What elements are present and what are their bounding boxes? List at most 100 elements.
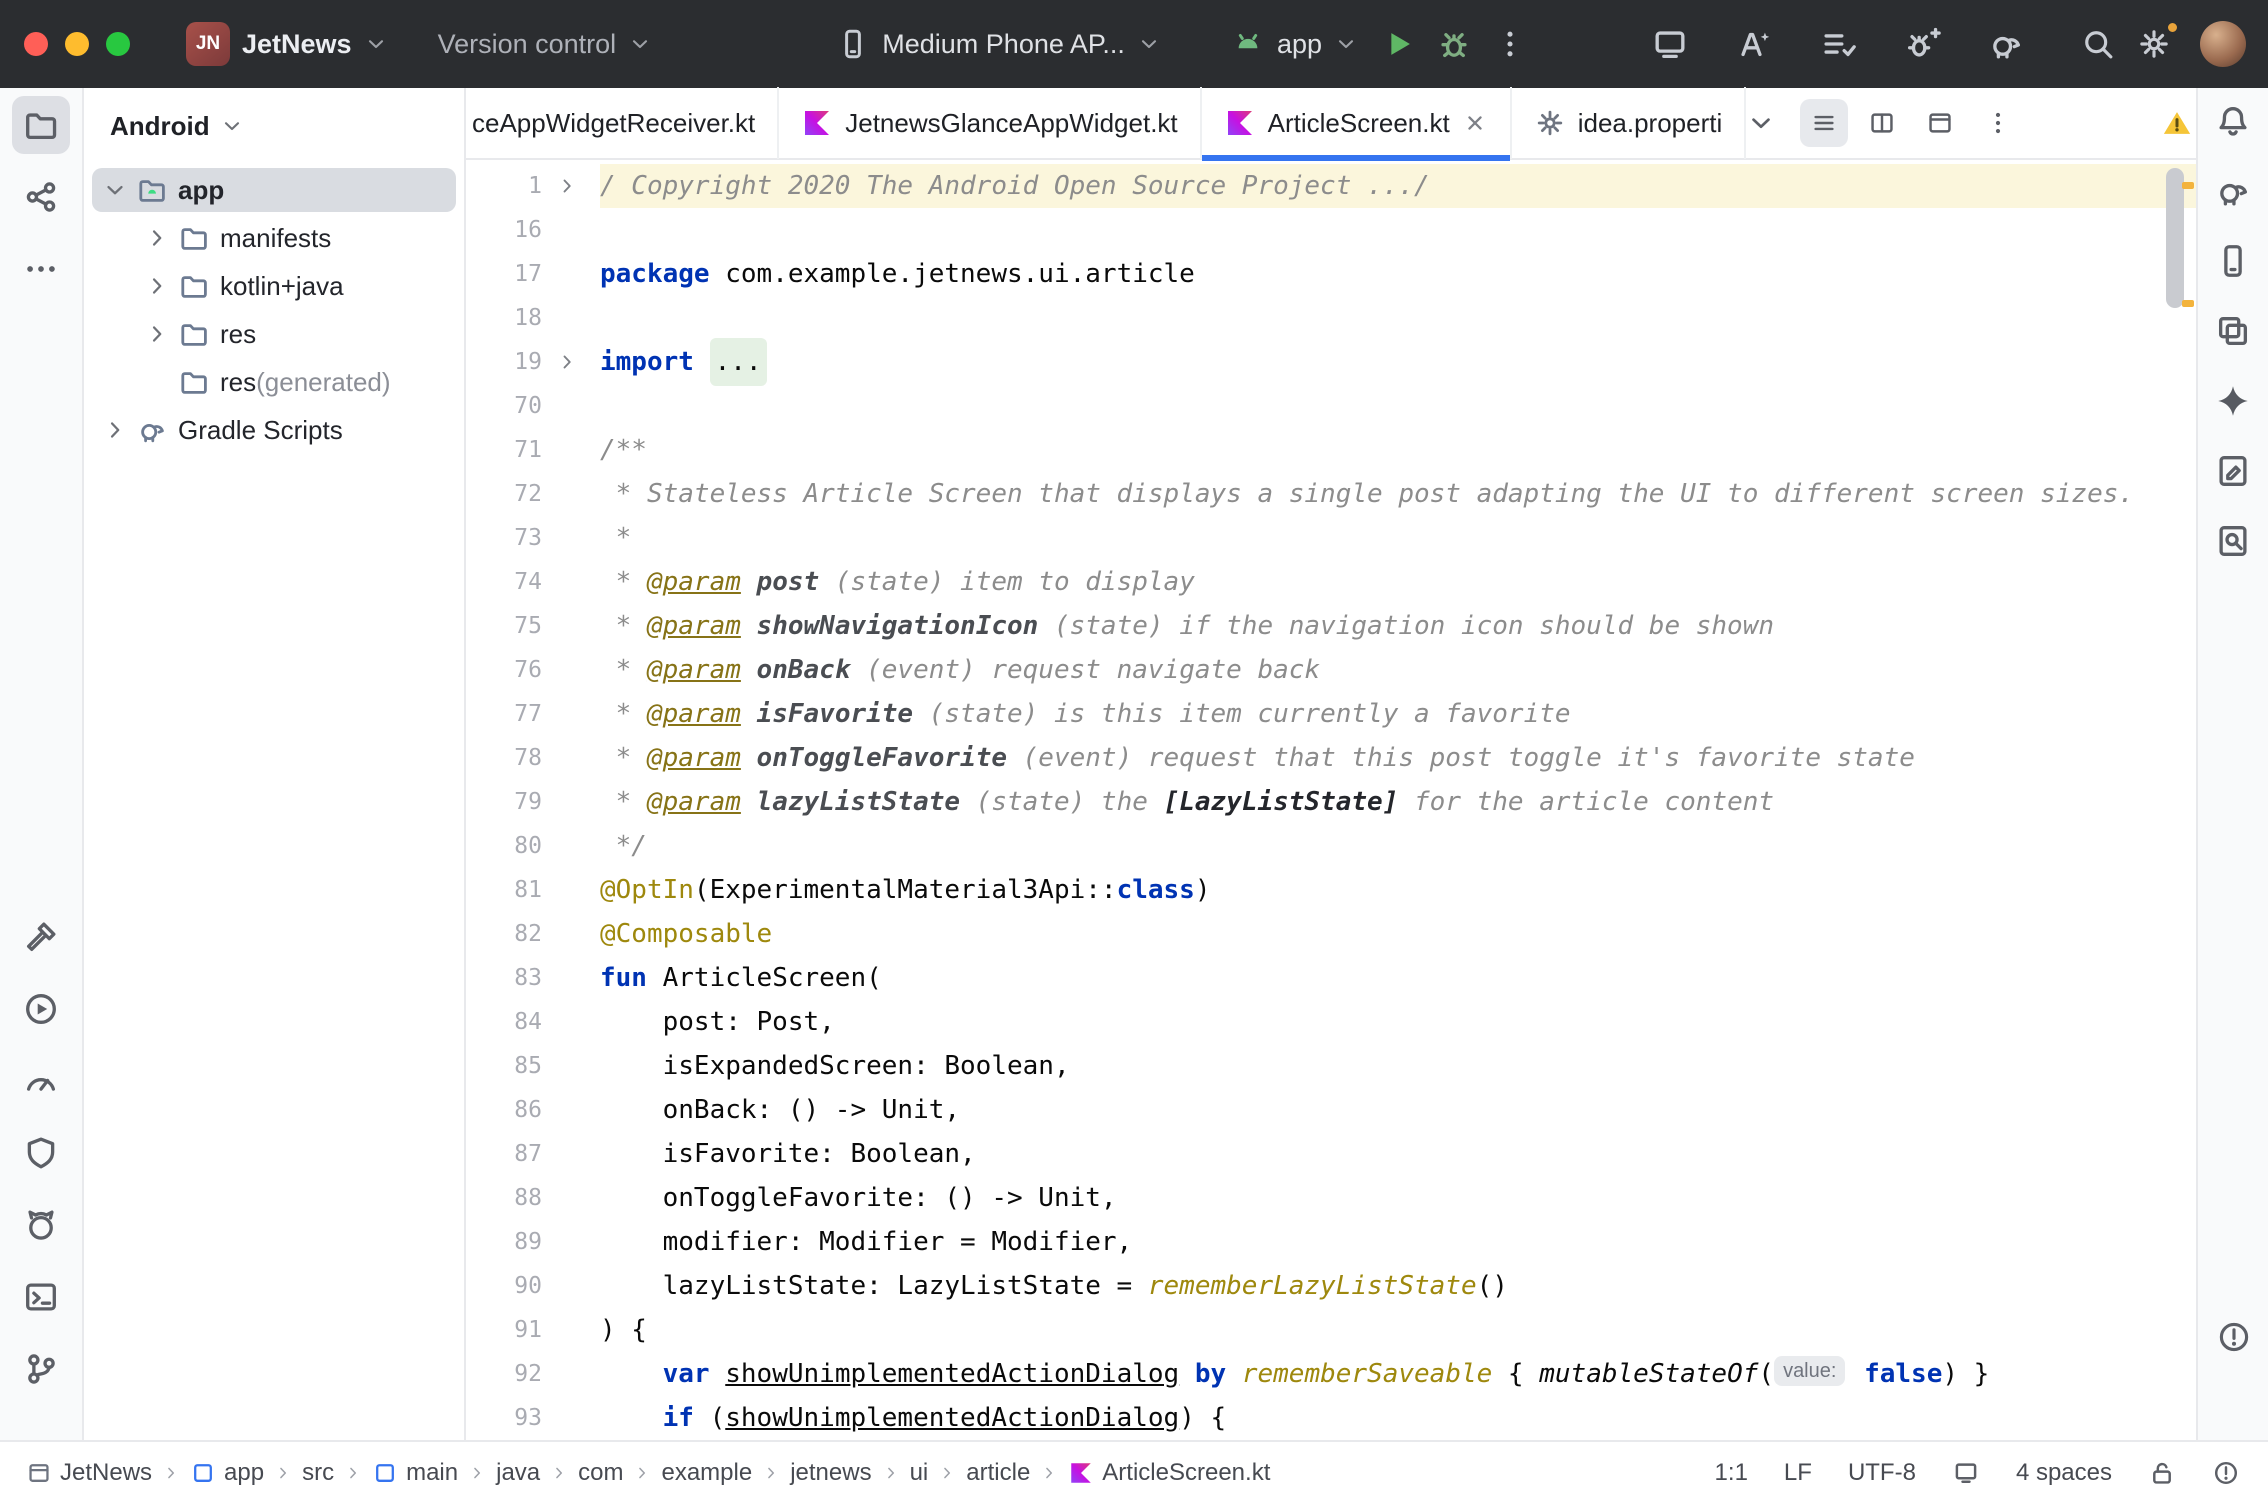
notifications-button[interactable] [2206,94,2260,148]
line-number[interactable]: 70 [466,384,542,428]
line-number[interactable]: 75 [466,604,542,648]
line-number[interactable]: 93 [466,1396,542,1440]
line-number[interactable]: 85 [466,1044,542,1088]
profiler-button[interactable] [12,1052,70,1110]
editor-list-view-button[interactable] [1800,99,1848,147]
chevron-right-icon[interactable] [144,225,170,251]
tree-item-res[interactable]: res (generated) [84,358,464,406]
avatar[interactable] [2200,21,2246,67]
breadcrumb-item[interactable]: ui [910,1459,929,1487]
read-only-toggle[interactable] [2148,1459,2176,1487]
zoom-window-button[interactable] [106,32,130,56]
line-number[interactable]: 78 [466,736,542,780]
editor-more-button[interactable] [1974,99,2022,147]
breadcrumb-item[interactable]: app [190,1459,264,1487]
code-line[interactable]: 91) { [466,1308,2196,1352]
fold-indicator-icon[interactable] [542,351,592,373]
project-button[interactable] [12,96,70,154]
code-line[interactable]: 16 [466,208,2196,252]
line-separator[interactable]: LF [1784,1459,1812,1487]
split-editor-button[interactable] [1858,99,1906,147]
device-streaming-button[interactable] [1648,22,1692,66]
task-list-button[interactable] [1816,22,1860,66]
code-line[interactable]: 87 isFavorite: Boolean, [466,1132,2196,1176]
code-line[interactable]: 85 isExpandedScreen: Boolean, [466,1044,2196,1088]
line-number[interactable]: 1 [466,164,542,208]
line-number[interactable]: 87 [466,1132,542,1176]
fold-indicator-icon[interactable] [542,175,592,197]
tree-item-kotlin-java[interactable]: kotlin+java [84,262,464,310]
line-number[interactable]: 82 [466,912,542,956]
tab-idea-properti[interactable]: idea.properti [1512,87,1747,159]
problems-indicator[interactable] [2212,1459,2240,1487]
run-configuration-selector[interactable]: app [1219,17,1370,71]
code-line[interactable]: 18 [466,296,2196,340]
line-number[interactable]: 90 [466,1264,542,1308]
close-icon[interactable] [1462,110,1488,136]
line-number[interactable]: 76 [466,648,542,692]
device-selector[interactable]: Medium Phone AP... [824,17,1173,71]
line-number[interactable]: 81 [466,868,542,912]
breadcrumb-item[interactable]: src [302,1459,334,1487]
line-number[interactable]: 92 [466,1352,542,1396]
line-number[interactable]: 19 [466,340,542,384]
code-line[interactable]: 86 onBack: () -> Unit, [466,1088,2196,1132]
line-number[interactable]: 17 [466,252,542,296]
code-line[interactable]: 77 * @param isFavorite (state) is this i… [466,692,2196,736]
build-button[interactable] [12,908,70,966]
hidden-tabs-icon[interactable] [1746,108,1776,138]
code-editor[interactable]: 1/ Copyright 2020 The Android Open Sourc… [466,160,2196,1440]
preview-layout-button[interactable] [1916,99,1964,147]
chevron-right-icon[interactable] [144,273,170,299]
tree-item-app[interactable]: app [84,166,464,214]
indent-style[interactable]: 4 spaces [2016,1459,2112,1487]
tree-item-manifests[interactable]: manifests [84,214,464,262]
code-line[interactable]: 75 * @param showNavigationIcon (state) i… [466,604,2196,648]
chevron-right-icon[interactable] [144,321,170,347]
line-number[interactable]: 71 [466,428,542,472]
code-review-button[interactable] [2206,444,2260,498]
editor-info[interactable] [1952,1459,1980,1487]
project-widget[interactable]: JN JetNews [174,12,400,76]
code-line[interactable]: 90 lazyListState: LazyListState = rememb… [466,1264,2196,1308]
more-run-actions-button[interactable] [1482,16,1538,72]
caret-position[interactable]: 1:1 [1715,1459,1748,1487]
code-line[interactable]: 1/ Copyright 2020 The Android Open Sourc… [466,164,2196,208]
more-tool-windows-button[interactable] [12,240,70,298]
bug-report-button[interactable] [1900,22,1944,66]
code-line[interactable]: 78 * @param onToggleFavorite (event) req… [466,736,2196,780]
commit-button[interactable] [12,168,70,226]
code-line[interactable]: 82@Composable [466,912,2196,956]
project-view-selector[interactable]: Android [84,102,464,150]
code-line[interactable]: 71/** [466,428,2196,472]
breadcrumb-item[interactable]: com [578,1459,623,1487]
line-number[interactable]: 89 [466,1220,542,1264]
code-line[interactable]: 73 * [466,516,2196,560]
breadcrumb-item[interactable]: article [966,1459,1030,1487]
code-line[interactable]: 93 if (showUnimplementedActionDialog) { [466,1396,2196,1440]
breadcrumb-item[interactable]: example [661,1459,752,1487]
run-button[interactable] [1370,16,1426,72]
code-line[interactable]: 88 onToggleFavorite: () -> Unit, [466,1176,2196,1220]
breadcrumb-item[interactable]: JetNews [26,1459,152,1487]
line-number[interactable]: 79 [466,780,542,824]
vcs-widget[interactable]: Version control [426,19,665,70]
close-window-button[interactable] [24,32,48,56]
chevron-right-icon[interactable] [102,417,128,443]
tab-articlescreen-kt[interactable]: ArticleScreen.kt [1202,87,1512,159]
inspections-widget[interactable] [2162,108,2192,138]
code-line[interactable]: 89 modifier: Modifier = Modifier, [466,1220,2196,1264]
editor-scrollbar[interactable] [2166,168,2184,308]
chevron-down-icon[interactable] [102,177,128,203]
line-number[interactable]: 18 [466,296,542,340]
line-number[interactable]: 91 [466,1308,542,1352]
logcat-button[interactable] [12,1196,70,1254]
breadcrumb-item[interactable]: java [496,1459,540,1487]
line-number[interactable]: 88 [466,1176,542,1220]
breadcrumb-item[interactable]: jetnews [790,1459,871,1487]
line-number[interactable]: 86 [466,1088,542,1132]
tab-ceappwidgetreceiver-kt[interactable]: ceAppWidgetReceiver.kt [466,87,779,159]
line-number[interactable]: 16 [466,208,542,252]
code-line[interactable]: 72 * Stateless Article Screen that displ… [466,472,2196,516]
run-tool-button[interactable] [12,980,70,1038]
